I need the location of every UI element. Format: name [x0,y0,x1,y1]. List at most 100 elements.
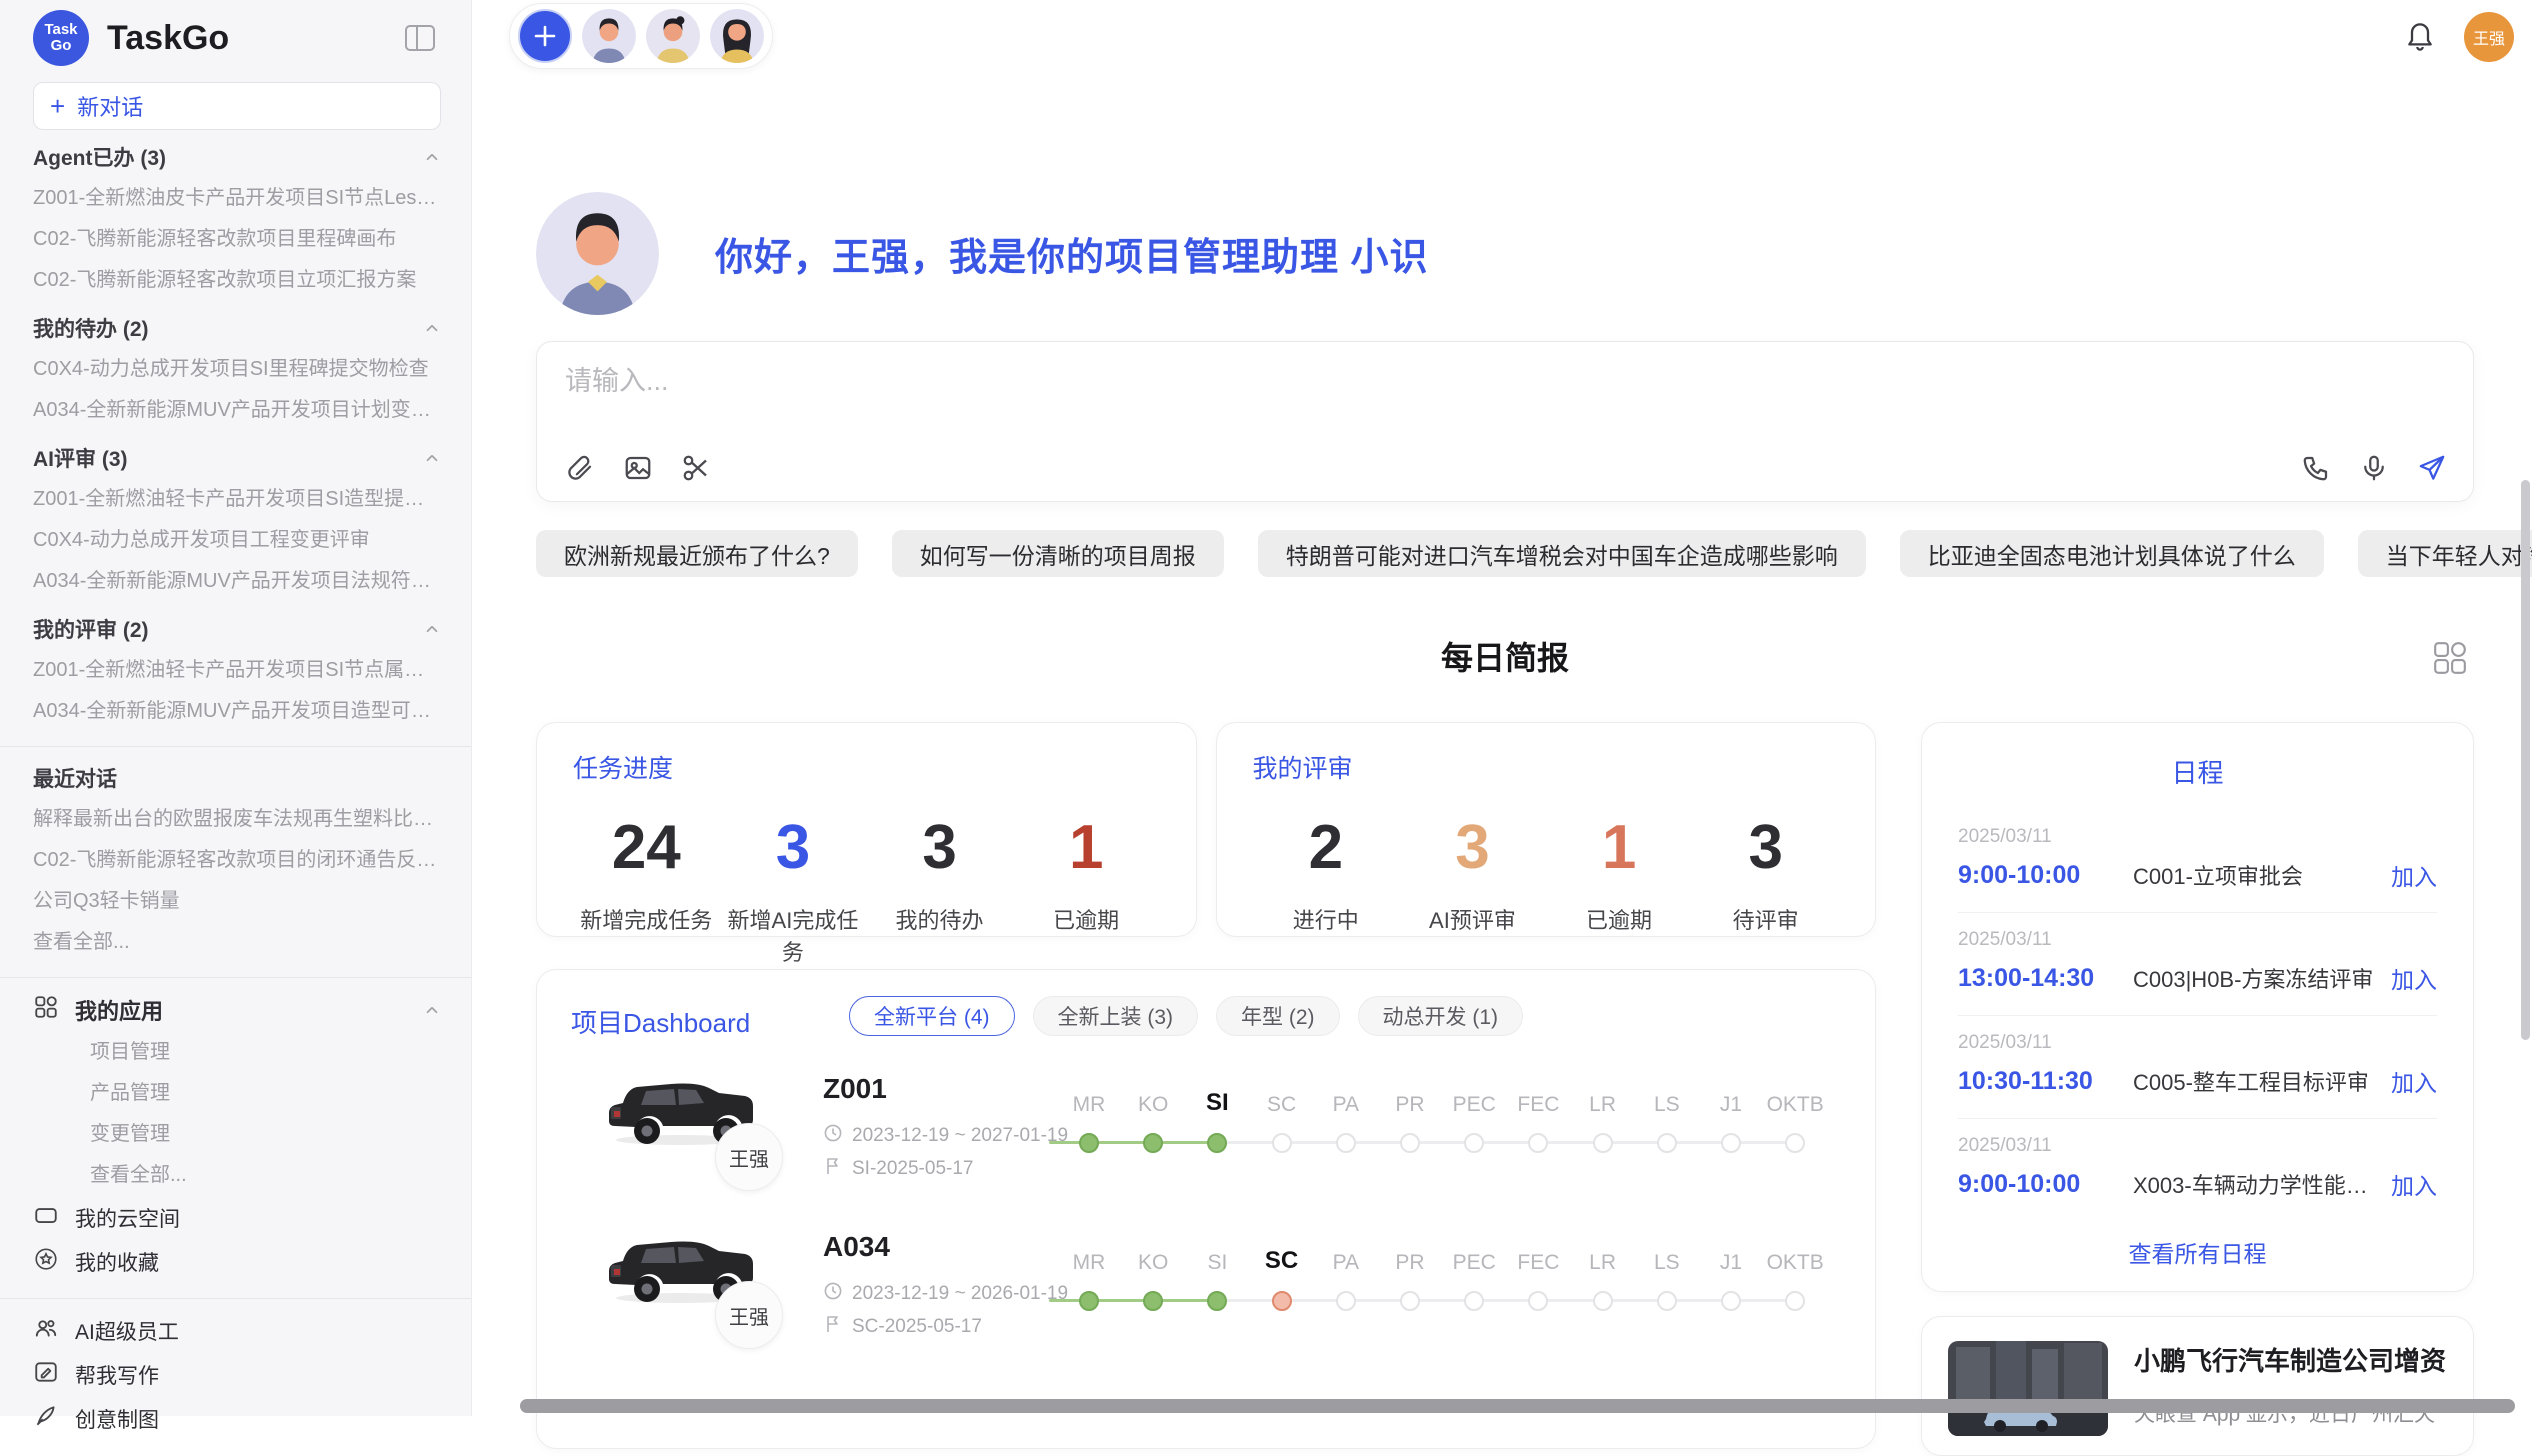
avatar[interactable] [710,9,764,63]
sidebar-item-draw[interactable]: 创意制图 [33,1397,441,1441]
dashboard-tabs: 全新平台 (4) 全新上装 (3) 年型 (2) 动总开发 (1) [849,996,1523,1036]
sidebar-section: 我的评审 (2)Z001-全新燃油轻卡产品开发项目SI节点属性5D文件评审A03… [33,608,441,732]
suggestion-chip[interactable]: 欧洲新规最近颁布了什么? [536,530,858,577]
send-icon[interactable] [2417,453,2447,483]
sidebar-item-my-apps[interactable]: 我的应用 [33,988,441,1032]
sidebar-section-header[interactable]: 我的待办 (2) [33,307,441,349]
recent-chat-item[interactable]: 公司Q3轻卡销量 [33,881,441,922]
sidebar-item[interactable]: C0X4-动力总成开发项目SI里程碑提交物检查 [33,349,441,390]
input-actions [565,453,2447,483]
image-icon[interactable] [623,453,653,483]
scissors-icon[interactable] [681,453,711,483]
schedule-entry: 2025/03/1110:30-11:30C005-整车工程目标评审加入 [1958,1016,2437,1119]
briefing-left-column: 任务进度24新增完成任务3新增AI完成任务3我的待办1已逾期我的评审2进行中3A… [536,722,1876,1449]
vertical-scrollbar[interactable] [2521,480,2530,1040]
layout-grid-icon[interactable] [2432,640,2468,681]
app-shortcut-item[interactable]: 变更管理 [33,1114,441,1155]
horizontal-scrollbar[interactable] [520,1399,2515,1413]
app-shortcut-item[interactable]: 查看全部... [33,1155,441,1196]
view-all-chats-link[interactable]: 查看全部... [33,922,441,963]
recent-chat-item[interactable]: C02-飞腾新能源轻客改款项目的闭环通告反馈情况 [33,840,441,881]
stat-label: 已逾期 [1013,903,1160,935]
topbar-right: 王强 [2404,12,2514,62]
milestone-track-complete [1049,1141,1217,1144]
milestone-dot [1785,1133,1805,1153]
milestone-label: FEC [1505,1251,1571,1275]
join-meeting-link[interactable]: 加入 [2391,1167,2437,1201]
stat-value: 3 [866,815,1013,881]
stat-cards: 任务进度24新增完成任务3新增AI完成任务3我的待办1已逾期我的评审2进行中3A… [536,722,1876,937]
sidebar-item[interactable]: C0X4-动力总成开发项目工程变更评审 [33,520,441,561]
dashboard-tab[interactable]: 动总开发 (1) [1358,996,1524,1036]
suggestion-chip[interactable]: 当下年轻人对汽车外观有怎样的喜好趋势 [2358,530,2532,577]
ai-staff-icon [33,1315,59,1347]
news-card[interactable]: 小鹏飞行汽车制造公司增资 天眼查 App 显示，近日广州汇天飞行汽... [1921,1316,2474,1456]
ai-tools-list: AI超级员工帮我写作创意制图 [33,1309,441,1441]
user-avatar[interactable]: 王强 [2464,12,2514,62]
attachment-icon[interactable] [565,453,595,483]
sidebar-item[interactable]: C02-飞腾新能源轻客改款项目里程碑画布 [33,219,441,260]
join-meeting-link[interactable]: 加入 [2391,858,2437,892]
stat-item: 3待评审 [1692,815,1839,935]
chat-input[interactable] [565,366,2447,397]
sidebar-item[interactable]: Z001-全新燃油轻卡产品开发项目SI节点属性5D文件评审 [33,650,441,691]
avatar[interactable] [582,9,636,63]
project-code[interactable]: A034 [823,1231,890,1263]
sidebar-item-cloud-space[interactable]: 我的云空间 [33,1196,441,1240]
sidebar-item[interactable]: A034-全新新能源MUV产品开发项目造型可行性评审 [33,691,441,732]
sidebar-item-write[interactable]: 帮我写作 [33,1353,441,1397]
stat-label: 已逾期 [1546,903,1693,935]
stat-value: 2 [1253,815,1400,881]
add-contact-button[interactable] [518,9,572,63]
news-title: 小鹏飞行汽车制造公司增资 [2134,1341,2447,1378]
join-meeting-link[interactable]: 加入 [2391,961,2437,995]
sidebar-item[interactable]: A034-全新新能源MUV产品开发项目计划变更表编写 [33,390,441,431]
milestone-dot [1464,1291,1484,1311]
phone-icon[interactable] [2301,453,2331,483]
chat-input-card [536,341,2474,502]
sidebar-item[interactable]: C02-飞腾新能源轻客改款项目立项汇报方案 [33,260,441,301]
view-all-schedule-link[interactable]: 查看所有日程 [1958,1235,2437,1269]
dashboard-tab[interactable]: 全新平台 (4) [849,996,1015,1036]
microphone-icon[interactable] [2359,453,2389,483]
sidebar-item[interactable]: A034-全新新能源MUV产品开发项目法规符合性评审 [33,561,441,602]
app-shortcut-item[interactable]: 产品管理 [33,1073,441,1114]
suggestion-chip[interactable]: 比亚迪全固态电池计划具体说了什么 [1900,530,2324,577]
milestone-label: OKTB [1762,1093,1828,1117]
milestone-label: LS [1634,1093,1700,1117]
news-body: 小鹏飞行汽车制造公司增资 天眼查 App 显示，近日广州汇天飞行汽... [2134,1341,2447,1431]
notification-bell-icon[interactable] [2404,19,2436,56]
stat-value: 1 [1013,815,1160,881]
main-content: 王强 你好，王强，我是你的项目管理助理 小识 欧洲新规最近颁布了什么?如何写一份… [472,0,2532,1416]
recent-chat-item[interactable]: 解释最新出台的欧盟报废车法规再生塑料比例被调至15%... [33,799,441,840]
new-chat-button[interactable]: + 新对话 [33,82,441,130]
milestone-label: MR [1056,1251,1122,1275]
sidebar-section-header[interactable]: AI评审 (3) [33,437,441,479]
suggestion-chip[interactable]: 如何写一份清晰的项目周报 [892,530,1224,577]
sidebar-section-header[interactable]: Agent已办 (3) [33,136,441,178]
suggestion-chip[interactable]: 特朗普可能对进口汽车增税会对中国车企造成哪些影响 [1258,530,1866,577]
milestone-dot [1593,1291,1613,1311]
briefing-title: 每日简报 [536,636,2474,680]
milestone-label: SI [1184,1251,1250,1275]
sidebar-section-header[interactable]: 我的评审 (2) [33,608,441,650]
project-code[interactable]: Z001 [823,1073,887,1105]
avatar[interactable] [646,9,700,63]
schedule-time: 13:00-14:30 [1958,964,2133,993]
sidebar-item[interactable]: Z001-全新燃油轻卡产品开发项目SI造型提交物评审 [33,479,441,520]
join-meeting-link[interactable]: 加入 [2391,1064,2437,1098]
assistant-avatar [536,192,659,315]
stat-card-title: 任务进度 [573,749,1160,785]
sidebar-item-ai-staff[interactable]: AI超级员工 [33,1309,441,1353]
sidebar-section: AI评审 (3)Z001-全新燃油轻卡产品开发项目SI造型提交物评审C0X4-动… [33,437,441,602]
milestone-label: PR [1377,1251,1443,1275]
dashboard-tab[interactable]: 全新上装 (3) [1033,996,1199,1036]
sidebar-item-favorites[interactable]: 我的收藏 [33,1240,441,1284]
sidebar-collapse-icon[interactable] [405,25,435,56]
milestone-dot [1079,1291,1099,1311]
dashboard-tab[interactable]: 年型 (2) [1216,996,1340,1036]
app-shortcut-item[interactable]: 项目管理 [33,1032,441,1073]
schedule-event-title: C003|H0B-方案冻结评审 [2133,962,2377,994]
milestone-label: LR [1570,1251,1636,1275]
sidebar-item[interactable]: Z001-全新燃油皮卡产品开发项目SI节点Lesson Learn报告 [33,178,441,219]
